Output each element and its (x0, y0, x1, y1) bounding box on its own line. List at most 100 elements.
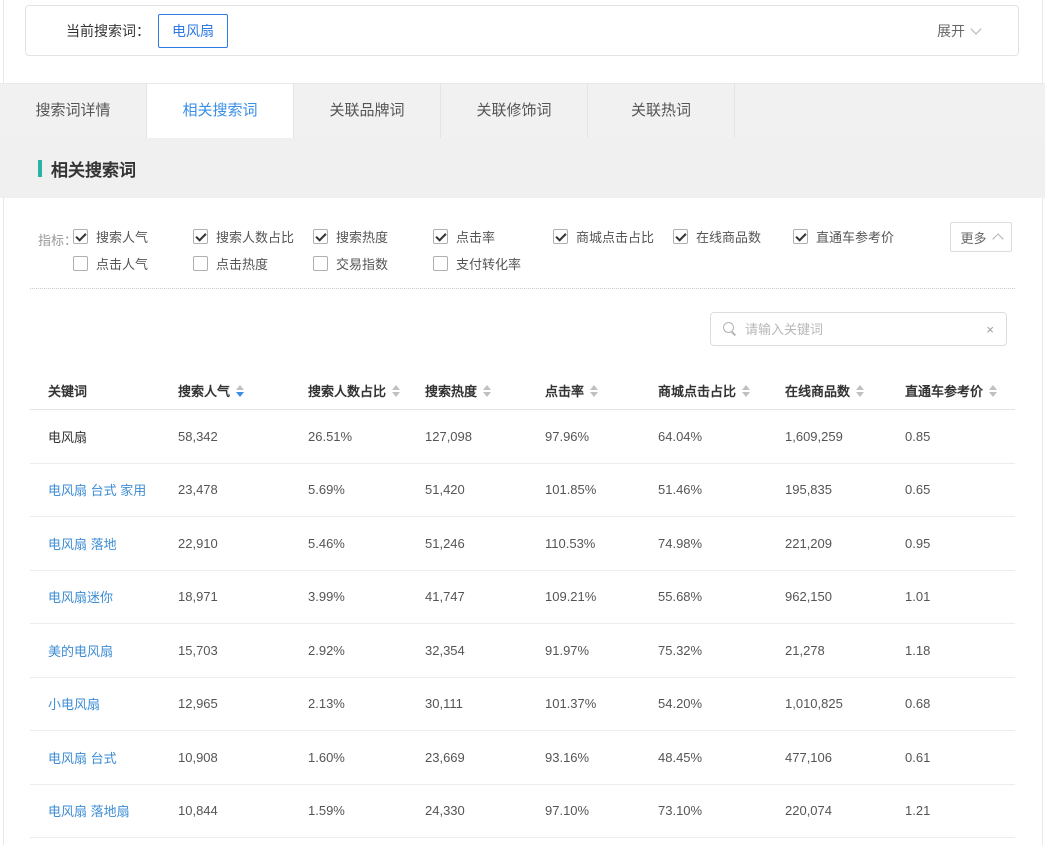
checkbox-icon[interactable] (793, 229, 808, 244)
table-row: 电风扇 台式 家用 23,478 5.69% 51,420 101.85% 51… (30, 464, 1015, 518)
keyword-link[interactable]: 电风扇 落地扇 (48, 801, 178, 820)
cell: 91.97% (545, 643, 658, 658)
sort-icon[interactable] (483, 385, 491, 397)
cell: 477,106 (785, 750, 905, 765)
expand-toggle[interactable]: 展开 (937, 21, 980, 41)
cell: 10,844 (178, 803, 308, 818)
checkbox-click-rate[interactable]: 点击率 (433, 227, 553, 246)
checkbox-icon[interactable] (433, 256, 448, 271)
cell: 0.61 (905, 750, 1015, 765)
cell: 51,246 (425, 536, 545, 551)
keyword-search-box[interactable]: × (710, 312, 1007, 346)
sort-icon[interactable] (856, 385, 864, 397)
checkbox-icon[interactable] (673, 229, 688, 244)
checkbox-transaction-index[interactable]: 交易指数 (313, 254, 433, 273)
cell: 74.98% (658, 536, 785, 551)
sort-icon[interactable] (590, 385, 598, 397)
cell: 2.13% (308, 696, 425, 711)
search-icon (723, 322, 737, 336)
cell: 5.46% (308, 536, 425, 551)
search-term-tag[interactable]: 电风扇 (158, 14, 228, 48)
checkbox-label: 点击热度 (216, 254, 268, 273)
checkbox-mall-click-share[interactable]: 商城点击占比 (553, 227, 673, 246)
checkbox-icon[interactable] (193, 229, 208, 244)
checkbox-label: 搜索人数占比 (216, 227, 294, 246)
checkbox-search-popularity[interactable]: 搜索人气 (73, 227, 193, 246)
cell: 1,609,259 (785, 429, 905, 444)
cell: 221,209 (785, 536, 905, 551)
checkbox-click-popularity[interactable]: 点击人气 (73, 254, 193, 273)
checkbox-click-heat[interactable]: 点击热度 (193, 254, 313, 273)
more-metrics-button[interactable]: 更多 (950, 222, 1012, 252)
cell: 101.37% (545, 696, 658, 711)
checkbox-icon[interactable] (313, 256, 328, 271)
checkbox-payment-conversion[interactable]: 支付转化率 (433, 254, 553, 273)
cell: 24,330 (425, 803, 545, 818)
sort-icon[interactable] (392, 385, 400, 397)
keyword-link[interactable]: 电风扇 台式 家用 (48, 480, 178, 499)
checkbox-icon[interactable] (553, 229, 568, 244)
cell: 64.04% (658, 429, 785, 444)
cell: 75.32% (658, 643, 785, 658)
col-header-searcher-share[interactable]: 搜索人数占比 (308, 381, 425, 400)
col-header-mall-click-share[interactable]: 商城点击占比 (658, 381, 785, 400)
cell: 3.99% (308, 589, 425, 604)
cell: 5.69% (308, 482, 425, 497)
cell: 101.85% (545, 482, 658, 497)
checkbox-icon[interactable] (433, 229, 448, 244)
table-header-row: 关键词 搜索人气 搜索人数占比 搜索热度 点击率 商城点击占比 在线商品数 直通… (30, 372, 1015, 410)
col-header-ztc-reference-price[interactable]: 直通车参考价 (905, 381, 1015, 400)
col-header-search-popularity[interactable]: 搜索人气 (178, 381, 308, 400)
sort-icon[interactable] (989, 385, 997, 397)
cell: 109.21% (545, 589, 658, 604)
tab-related-hot-terms[interactable]: 关联热词 (588, 84, 735, 138)
checkbox-icon[interactable] (73, 229, 88, 244)
checkbox-searcher-share[interactable]: 搜索人数占比 (193, 227, 313, 246)
cell: 1.59% (308, 803, 425, 818)
clear-icon[interactable]: × (986, 323, 994, 336)
checkbox-ztc-reference-price[interactable]: 直通车参考价 (793, 227, 913, 246)
checkbox-label: 商城点击占比 (576, 227, 654, 246)
checkbox-icon[interactable] (193, 256, 208, 271)
tab-bar: 搜索词详情 相关搜索词 关联品牌词 关联修饰词 关联热词 (0, 83, 1045, 138)
col-header-search-heat[interactable]: 搜索热度 (425, 381, 545, 400)
col-header-keyword: 关键词 (48, 381, 178, 400)
cell: 127,098 (425, 429, 545, 444)
cell: 22,910 (178, 536, 308, 551)
keyword-search-input[interactable] (745, 322, 986, 337)
table-row: 电风扇 58,342 26.51% 127,098 97.96% 64.04% … (30, 410, 1015, 464)
checkbox-online-products[interactable]: 在线商品数 (673, 227, 793, 246)
checkbox-icon[interactable] (313, 229, 328, 244)
cell: 54.20% (658, 696, 785, 711)
checkbox-search-heat[interactable]: 搜索热度 (313, 227, 433, 246)
tab-related-modifier-terms[interactable]: 关联修饰词 (441, 84, 588, 138)
col-header-online-products[interactable]: 在线商品数 (785, 381, 905, 400)
checkbox-icon[interactable] (73, 256, 88, 271)
sort-icon[interactable] (236, 385, 244, 397)
cell: 73.10% (658, 803, 785, 818)
metric-filters: 搜索人气 搜索人数占比 搜索热度 点击率 商城点击占比 在线商品数 直通车参考价 (73, 223, 913, 277)
keyword-cell: 电风扇 (48, 427, 178, 446)
current-search-term-bar: 当前搜索词： 电风扇 展开 (25, 5, 1019, 56)
tab-related-brand-terms[interactable]: 关联品牌词 (294, 84, 441, 138)
checkbox-label: 交易指数 (336, 254, 388, 273)
cell: 51,420 (425, 482, 545, 497)
tab-search-term-detail[interactable]: 搜索词详情 (0, 84, 147, 138)
keyword-link[interactable]: 小电风扇 (48, 694, 178, 713)
metric-filter-row-2: 点击人气 点击热度 交易指数 支付转化率 (73, 250, 913, 277)
keyword-link[interactable]: 电风扇 台式 (48, 748, 178, 767)
keyword-link[interactable]: 美的电风扇 (48, 641, 178, 660)
tab-related-search-terms[interactable]: 相关搜索词 (147, 84, 294, 138)
keyword-link[interactable]: 电风扇迷你 (48, 587, 178, 606)
chevron-up-icon (992, 233, 1003, 244)
keyword-link[interactable]: 电风扇 落地 (48, 534, 178, 553)
table-row: 小电风扇 12,965 2.13% 30,111 101.37% 54.20% … (30, 678, 1015, 732)
checkbox-label: 在线商品数 (696, 227, 761, 246)
more-label: 更多 (960, 228, 986, 247)
checkbox-label: 点击人气 (96, 254, 148, 273)
cell: 2.92% (308, 643, 425, 658)
section-title: 相关搜索词 (51, 156, 136, 181)
col-header-click-rate[interactable]: 点击率 (545, 381, 658, 400)
sort-icon[interactable] (742, 385, 750, 397)
metrics-label: 指标： (38, 230, 77, 249)
